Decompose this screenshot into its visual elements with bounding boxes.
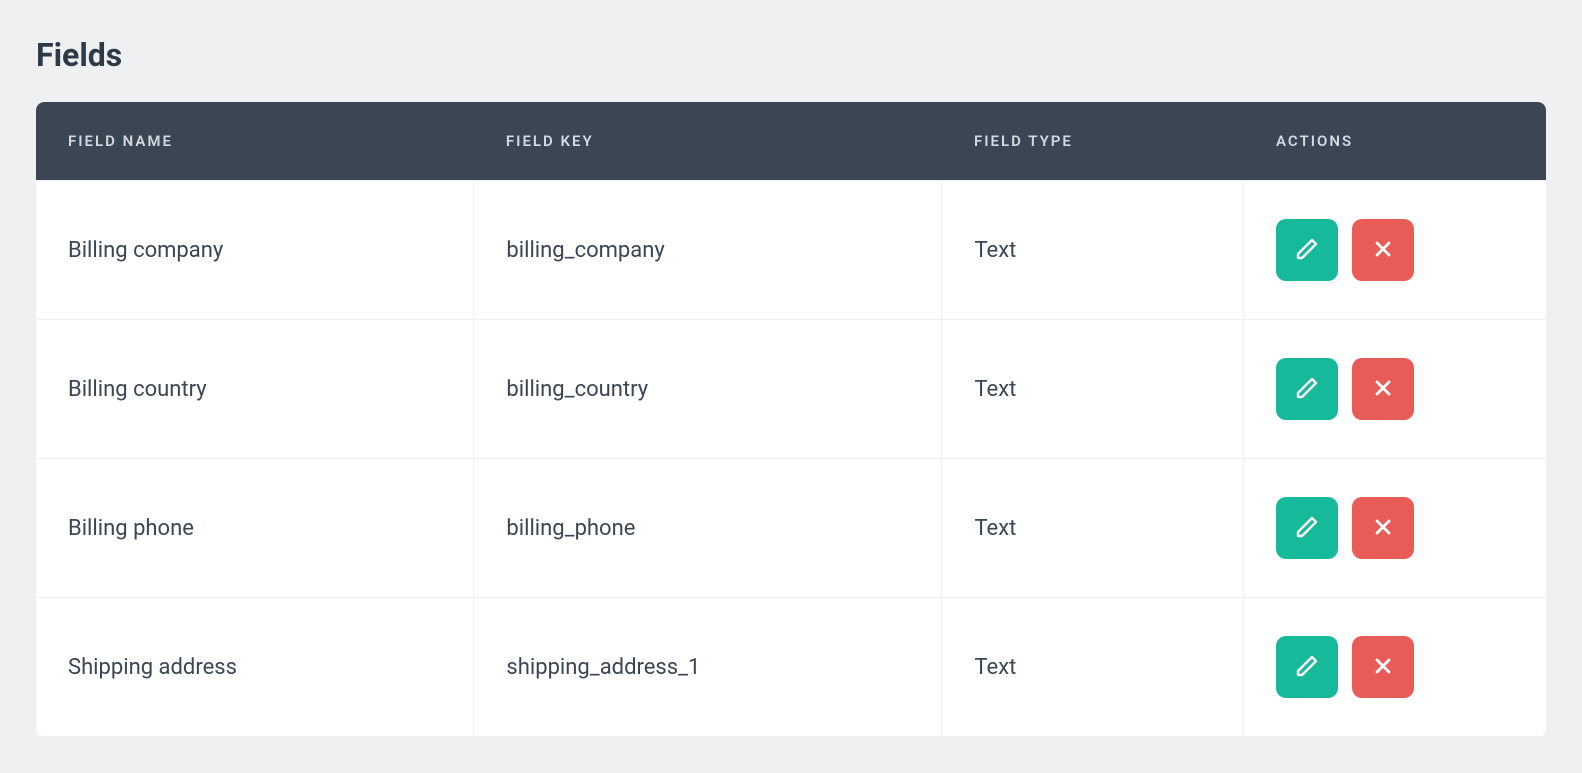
close-icon [1371, 376, 1395, 403]
pencil-icon [1295, 515, 1319, 542]
cell-field-type: Text [942, 320, 1244, 459]
delete-button[interactable] [1352, 358, 1414, 420]
delete-button[interactable] [1352, 219, 1414, 281]
table-row: Billing country billing_country Text [36, 320, 1546, 459]
cell-field-type: Text [942, 598, 1244, 737]
fields-table: FIELD NAME FIELD KEY FIELD TYPE ACTIONS … [36, 102, 1546, 737]
edit-button[interactable] [1276, 358, 1338, 420]
pencil-icon [1295, 376, 1319, 403]
cell-field-key: shipping_address_1 [474, 598, 942, 737]
table-row: Billing company billing_company Text [36, 181, 1546, 320]
pencil-icon [1295, 237, 1319, 264]
close-icon [1371, 515, 1395, 542]
cell-actions [1244, 598, 1546, 737]
cell-field-name: Shipping address [36, 598, 474, 737]
cell-field-type: Text [942, 181, 1244, 320]
cell-field-key: billing_phone [474, 459, 942, 598]
col-header-key: FIELD KEY [474, 102, 942, 181]
cell-field-type: Text [942, 459, 1244, 598]
page-title: Fields [36, 36, 1546, 74]
cell-field-name: Billing phone [36, 459, 474, 598]
table-row: Shipping address shipping_address_1 Text [36, 598, 1546, 737]
cell-actions [1244, 320, 1546, 459]
delete-button[interactable] [1352, 636, 1414, 698]
col-header-type: FIELD TYPE [942, 102, 1244, 181]
delete-button[interactable] [1352, 497, 1414, 559]
cell-actions [1244, 459, 1546, 598]
close-icon [1371, 654, 1395, 681]
edit-button[interactable] [1276, 497, 1338, 559]
col-header-name: FIELD NAME [36, 102, 474, 181]
pencil-icon [1295, 654, 1319, 681]
cell-field-name: Billing company [36, 181, 474, 320]
cell-field-key: billing_country [474, 320, 942, 459]
cell-actions [1244, 181, 1546, 320]
cell-field-key: billing_company [474, 181, 942, 320]
close-icon [1371, 237, 1395, 264]
col-header-actions: ACTIONS [1244, 102, 1546, 181]
cell-field-name: Billing country [36, 320, 474, 459]
table-header-row: FIELD NAME FIELD KEY FIELD TYPE ACTIONS [36, 102, 1546, 181]
table-row: Billing phone billing_phone Text [36, 459, 1546, 598]
edit-button[interactable] [1276, 219, 1338, 281]
edit-button[interactable] [1276, 636, 1338, 698]
